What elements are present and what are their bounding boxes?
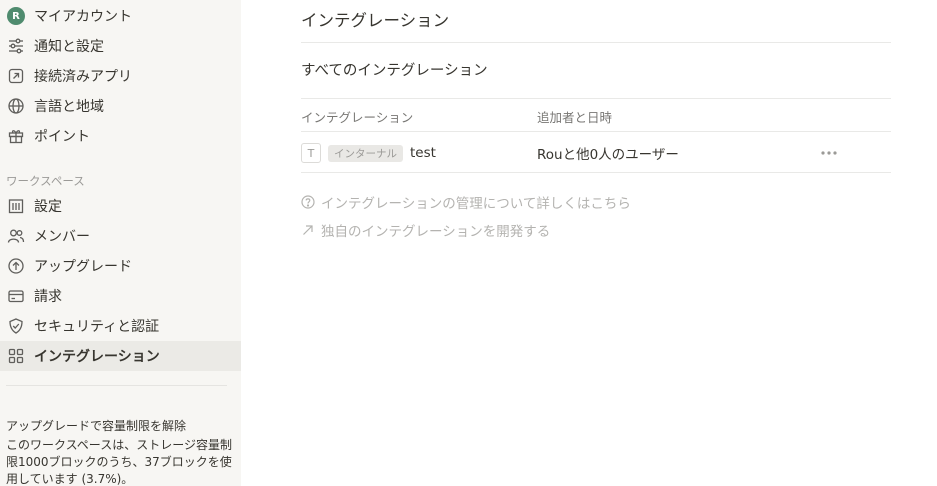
sidebar-item-label: 通知と設定 xyxy=(34,39,104,55)
sidebar-item-label: インテグレーション xyxy=(34,349,160,365)
column-header-integration: インテグレーション xyxy=(301,110,414,125)
sidebar-item-language[interactable]: 言語と地域 xyxy=(0,91,241,121)
sidebar-divider xyxy=(6,385,227,386)
column-header-added-by: 追加者と日時 xyxy=(537,110,613,125)
title-divider xyxy=(301,42,891,43)
sidebar-item-my-account[interactable]: R マイアカウント xyxy=(0,1,241,31)
header-divider xyxy=(301,131,891,132)
sidebar-item-label: メンバー xyxy=(34,229,90,245)
sidebar-item-label: 請求 xyxy=(34,289,62,305)
arrow-up-circle-icon xyxy=(6,256,26,276)
sidebar-item-notifications[interactable]: 通知と設定 xyxy=(0,31,241,61)
row-divider xyxy=(301,172,891,173)
sidebar-item-billing[interactable]: 請求 xyxy=(0,281,241,311)
section-divider xyxy=(301,98,891,99)
integration-name: test xyxy=(410,145,436,161)
shield-check-icon xyxy=(6,316,26,336)
section-title: すべてのインテグレーション xyxy=(301,63,488,79)
sidebar-item-connected-apps[interactable]: 接続済みアプリ xyxy=(0,61,241,91)
table-row[interactable]: T インターナル test Rouと他0人のユーザー xyxy=(301,140,891,166)
sidebar-item-label: アップグレード xyxy=(34,259,132,275)
sidebar-item-security[interactable]: セキュリティと認証 xyxy=(0,311,241,341)
sidebar-item-members[interactable]: メンバー xyxy=(0,221,241,251)
building-icon xyxy=(6,196,26,216)
help-circle-icon xyxy=(301,195,315,209)
card-icon xyxy=(6,286,26,306)
sidebar-item-upgrade[interactable]: アップグレード xyxy=(0,251,241,281)
internal-badge: インターナル xyxy=(328,144,403,162)
people-icon xyxy=(6,226,26,246)
main-content: インテグレーション すべてのインテグレーション インテグレーション 追加者と日時… xyxy=(241,0,937,486)
sidebar-item-label: ポイント xyxy=(34,129,90,145)
page-title: インテグレーション xyxy=(301,11,450,30)
learn-more-link-text: インテグレーションの管理について詳しくはこちら xyxy=(321,196,631,212)
sidebar-item-label: 接続済みアプリ xyxy=(34,69,132,85)
app-window: R マイアカウント 通知と設定 接続済みアプリ 言語と地域 ポイント ワークスペ… xyxy=(0,0,937,486)
added-by: Rouと他0人のユーザー xyxy=(537,147,679,163)
arrow-square-icon xyxy=(6,66,26,86)
grid-icon xyxy=(6,346,26,366)
upgrade-promo-body: このワークスペースは、ストレージ容量制限1000ブロックのうち、37ブロックを使… xyxy=(6,438,232,486)
develop-integration-link[interactable]: 独自のインテグレーションを開発する xyxy=(301,220,550,240)
sidebar-item-label: 設定 xyxy=(34,199,62,215)
sidebar-item-label: セキュリティと認証 xyxy=(34,319,160,335)
sliders-icon xyxy=(6,36,26,56)
sidebar-item-settings[interactable]: 設定 xyxy=(0,191,241,221)
learn-more-link[interactable]: インテグレーションの管理について詳しくはこちら xyxy=(301,192,631,212)
gift-icon xyxy=(6,126,26,146)
sidebar-item-label: マイアカウント xyxy=(34,9,132,25)
upgrade-promo-title: アップグレードで容量制限を解除 xyxy=(6,419,187,433)
avatar-icon: R xyxy=(6,6,26,26)
integration-icon: T xyxy=(301,143,321,163)
globe-icon xyxy=(6,96,26,116)
more-options-icon[interactable] xyxy=(819,143,839,163)
avatar: R xyxy=(7,7,25,25)
sidebar-item-label: 言語と地域 xyxy=(34,99,104,115)
develop-link-text: 独自のインテグレーションを開発する xyxy=(321,224,551,240)
arrow-up-right-icon xyxy=(303,225,313,235)
sidebar-item-points[interactable]: ポイント xyxy=(0,121,241,151)
sidebar: R マイアカウント 通知と設定 接続済みアプリ 言語と地域 ポイント ワークスペ… xyxy=(0,0,241,486)
workspace-section-label: ワークスペース xyxy=(6,174,85,188)
sidebar-item-integrations[interactable]: インテグレーション xyxy=(0,341,241,371)
